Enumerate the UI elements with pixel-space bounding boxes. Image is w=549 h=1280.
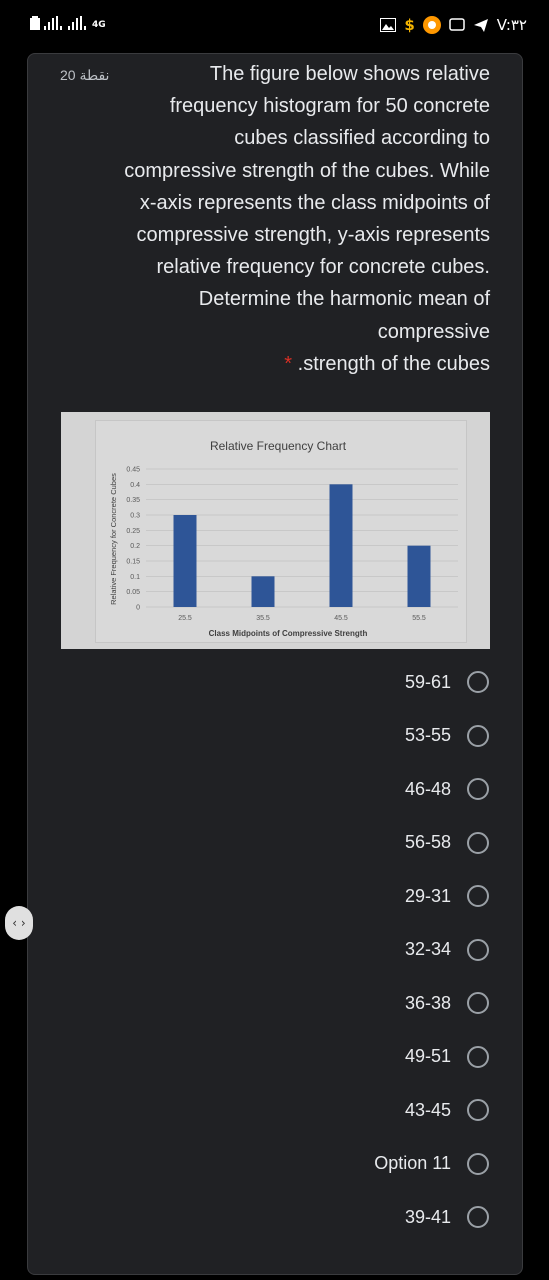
question-text: The figure below shows relative frequenc…	[120, 58, 490, 380]
radio-button[interactable]	[467, 1152, 489, 1175]
status-bar: 4G $ V:٣٢	[0, 0, 549, 52]
signal-icon	[68, 16, 86, 30]
option-9[interactable]: 43-45	[405, 1097, 489, 1123]
y-tick-label: 0.25	[126, 528, 140, 535]
status-right: $ V:٣٢	[380, 16, 527, 34]
required-asterisk: *	[284, 352, 293, 375]
radio-button[interactable]	[467, 1099, 489, 1121]
chart-image: Relative Frequency Chart 0 0.05 0.1 0.15 0.2 0…	[61, 412, 490, 649]
gallery-icon	[380, 18, 397, 32]
option-label: Option 11	[374, 1153, 451, 1173]
option-11[interactable]: 39-41	[405, 1204, 489, 1230]
message-icon	[449, 18, 465, 31]
radio-button[interactable]	[467, 724, 489, 747]
y-tick-label: 0.4	[130, 482, 140, 489]
signal-icon	[44, 16, 62, 30]
x-axis-label: Class Midpoints of Compressive Strength	[209, 629, 368, 638]
y-axis-label: Relative Frequency for Concrete Cubes	[109, 473, 118, 605]
option-label: 36-38	[404, 992, 451, 1013]
bar-55.5	[407, 545, 431, 607]
bar-chart: Relative Frequency Chart 0 0.05 0.1 0.15 0.2 0…	[109, 439, 458, 638]
x-tick-label: 45.5	[334, 615, 348, 622]
scroll-handle[interactable]: ‹ ›	[5, 906, 33, 940]
option-1[interactable]: 59-61	[405, 669, 489, 695]
status-left: 4G	[30, 16, 106, 30]
radio-button[interactable]	[467, 1206, 489, 1228]
telegram-icon	[473, 19, 488, 32]
option-label: 59-61	[404, 671, 451, 692]
y-tick-label: 0	[136, 605, 140, 612]
option-label: 39-41	[404, 1206, 451, 1227]
bar-25.5	[173, 515, 197, 607]
x-tick-label: 55.5	[412, 615, 426, 622]
option-2[interactable]: 53-55	[405, 723, 489, 749]
radio-button[interactable]	[467, 885, 489, 907]
question-body: The figure below shows relative frequenc…	[124, 63, 490, 343]
radio-button[interactable]	[467, 831, 489, 854]
y-tick-label: 0.15	[126, 559, 140, 566]
question-tail: .strength of the cubes	[297, 352, 490, 375]
option-8[interactable]: 49-51	[405, 1044, 489, 1070]
radio-button[interactable]	[467, 778, 489, 800]
y-tick-label: 0.35	[126, 497, 140, 504]
radio-button[interactable]	[467, 938, 489, 961]
y-tick-label: 0.2	[130, 543, 140, 550]
option-10[interactable]: Option 11	[374, 1151, 489, 1177]
option-5[interactable]: 29-31	[405, 883, 489, 909]
option-label: 43-45	[404, 1099, 451, 1120]
radio-button[interactable]	[467, 671, 489, 693]
network-type: 4G	[92, 20, 106, 30]
option-3[interactable]: 46-48	[405, 776, 489, 802]
chart-area: Relative Frequency Chart 0 0.05 0.1 0.15 0.2 0…	[95, 420, 467, 643]
option-label: 53-55	[404, 725, 451, 745]
y-tick-label: 0.45	[126, 467, 140, 474]
option-4[interactable]: 56-58	[405, 830, 489, 856]
radio-button[interactable]	[467, 1045, 489, 1068]
chart-title: Relative Frequency Chart	[210, 439, 347, 453]
dollar-icon: $	[404, 16, 415, 34]
scroll-handle-arrows: ‹ ›	[12, 916, 26, 930]
x-tick-label: 25.5	[178, 615, 192, 622]
option-label: 46-48	[404, 778, 451, 799]
option-label: 56-58	[404, 832, 451, 852]
radio-button[interactable]	[467, 992, 489, 1014]
option-6[interactable]: 32-34	[405, 937, 489, 963]
bar-35.5	[251, 576, 275, 607]
y-tick-label: 0.1	[130, 574, 140, 581]
y-tick-label: 0.05	[126, 589, 140, 596]
bar-45.5	[329, 484, 353, 607]
y-tick-label: 0.3	[130, 513, 140, 520]
battery-icon	[30, 16, 40, 30]
option-label: 29-31	[404, 885, 451, 906]
option-label: 49-51	[404, 1046, 451, 1066]
orange-app-icon	[422, 16, 441, 34]
points-label: 20 نقطة	[60, 67, 110, 83]
option-7[interactable]: 36-38	[405, 990, 489, 1016]
clock: V:٣٢	[496, 16, 527, 34]
x-tick-label: 35.5	[256, 615, 270, 622]
option-label: 32-34	[404, 939, 451, 959]
